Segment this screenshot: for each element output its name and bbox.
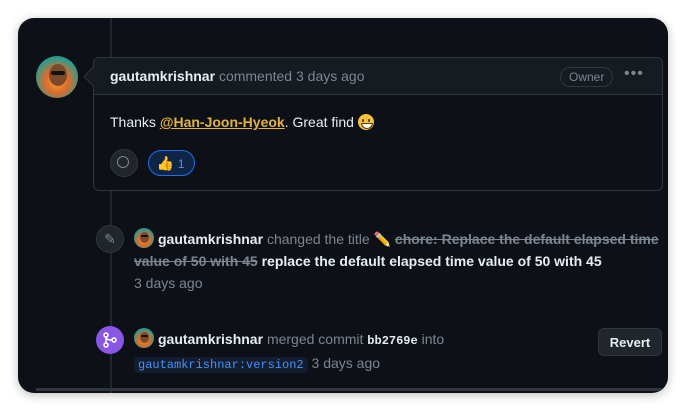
grinning-emoji-icon bbox=[357, 114, 374, 130]
pencil-emoji-icon: ✏️ bbox=[373, 231, 392, 247]
add-reaction-button[interactable] bbox=[110, 149, 138, 177]
comment-body: Thanks @Han-Joon-Hyeok. Great find bbox=[110, 114, 374, 130]
title-event-author-link[interactable]: gautamkrishnar bbox=[158, 231, 263, 247]
commit-sha-link[interactable]: bb2769e bbox=[367, 334, 417, 348]
comment-card: gautamkrishnar commented 3 days ago Owne… bbox=[83, 57, 663, 191]
author-avatar-small[interactable] bbox=[134, 328, 154, 348]
git-merge-icon bbox=[96, 326, 124, 354]
comment-time[interactable]: 3 days ago bbox=[296, 68, 365, 84]
branch-name-link[interactable]: gautamkrishnar:version2 bbox=[134, 357, 308, 373]
horizontal-scrollbar[interactable] bbox=[36, 388, 666, 391]
title-change-event: gautamkrishnar changed the title ✏️ chor… bbox=[134, 228, 659, 294]
comment-header: gautamkrishnar commented 3 days ago Owne… bbox=[83, 58, 662, 95]
reactions-bar: 👍 1 bbox=[110, 149, 195, 177]
title-event-time[interactable]: 3 days ago bbox=[134, 275, 203, 291]
thumbs-up-icon: 👍 bbox=[156, 155, 174, 171]
smiley-icon bbox=[117, 156, 129, 168]
pencil-icon: ✎ bbox=[96, 225, 124, 253]
author-avatar[interactable] bbox=[36, 56, 78, 98]
more-options-icon[interactable]: ••• bbox=[624, 65, 644, 83]
author-avatar-small[interactable] bbox=[134, 228, 154, 248]
merge-event-author-link[interactable]: gautamkrishnar bbox=[158, 331, 263, 347]
merge-event-time[interactable]: 3 days ago bbox=[312, 355, 381, 371]
reaction-count: 1 bbox=[177, 157, 185, 171]
thumbs-up-reaction-button[interactable]: 👍 1 bbox=[148, 150, 195, 176]
pull-request-timeline: gautamkrishnar commented 3 days ago Owne… bbox=[18, 18, 668, 393]
comment-action: commented bbox=[218, 68, 293, 84]
merge-event: gautamkrishnar merged commit bb2769e int… bbox=[134, 328, 594, 376]
owner-badge: Owner bbox=[560, 67, 614, 87]
new-title: replace the default elapsed time value o… bbox=[261, 253, 602, 269]
comment-author-link[interactable]: gautamkrishnar bbox=[110, 68, 215, 84]
user-mention-link[interactable]: @Han-Joon-Hyeok bbox=[160, 114, 285, 130]
revert-button[interactable]: Revert bbox=[598, 328, 662, 356]
